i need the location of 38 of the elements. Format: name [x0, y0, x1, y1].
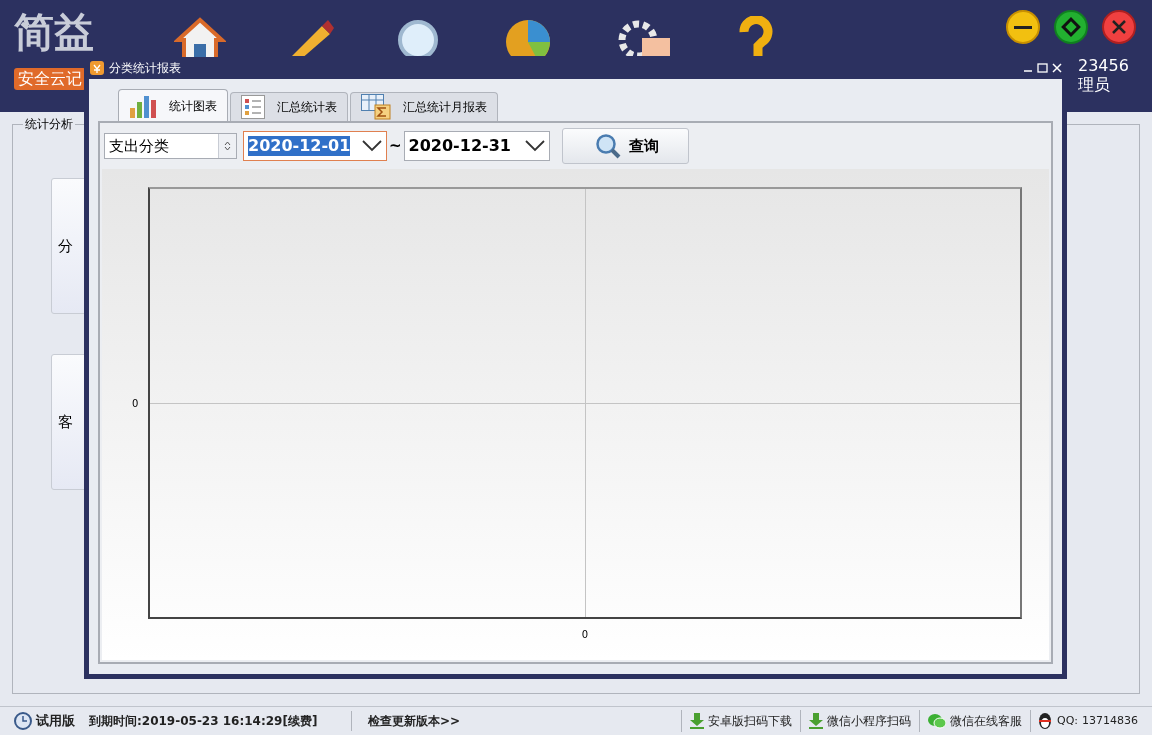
download-icon [689, 713, 704, 729]
group-title: 统计分析 [23, 117, 75, 131]
dialog-title: 分类统计报表 [109, 60, 181, 77]
tab[interactable]: 汇总统计月报表 [350, 92, 498, 121]
minimize-button[interactable] [1006, 10, 1040, 44]
app-logo: 简益 [14, 10, 95, 54]
edition-label: 试用版 [36, 712, 75, 731]
end-date-field[interactable]: 2020-12-31 [403, 131, 550, 161]
user-role: 理员 [1078, 75, 1110, 94]
app-badge: 安全云记 [14, 68, 86, 90]
close-icon[interactable] [1052, 63, 1062, 73]
expiry-text[interactable]: 到期时间:2019-05-23 16:14:29[续费] [89, 712, 318, 730]
chat-icon [927, 713, 946, 729]
search-icon [594, 133, 621, 159]
user-id: 23456 [1078, 56, 1129, 75]
maximize-icon[interactable] [1037, 63, 1048, 73]
category-select[interactable]: 支出分类 [104, 133, 237, 159]
start-date-field[interactable]: 2020-12-01 [243, 131, 387, 161]
query-button[interactable]: 查询 [561, 128, 689, 164]
range-separator: ~ [389, 135, 402, 157]
x-axis-label: 0 [581, 628, 589, 642]
list-icon [241, 95, 265, 119]
spinner-icon [224, 141, 231, 151]
close-button[interactable] [1102, 10, 1136, 44]
download-icon [808, 713, 823, 729]
status-link[interactable]: 微信在线客服 [949, 712, 1022, 730]
maximize-button[interactable] [1054, 10, 1088, 44]
status-link[interactable]: 安卓版扫码下载 [707, 712, 792, 730]
update-link[interactable]: 检查更新版本>> [368, 712, 461, 730]
qq-number: 13714836 [1082, 712, 1138, 729]
qq-label: QQ: [1056, 712, 1078, 729]
close-icon [1111, 19, 1127, 35]
tab[interactable]: 汇总统计表 [230, 92, 348, 121]
status-link[interactable]: 微信小程序扫码 [826, 712, 911, 730]
clock-icon [14, 712, 32, 730]
tab[interactable]: 统计图表 [118, 89, 228, 121]
bar-chart-icon [129, 93, 157, 118]
y-axis-label: 0 [132, 396, 140, 411]
